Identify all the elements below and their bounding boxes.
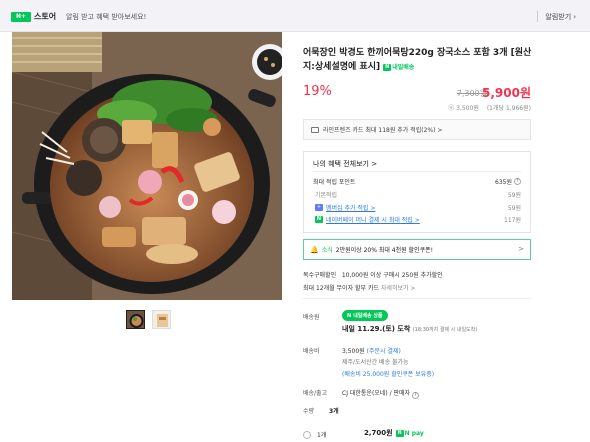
thumbnail-package-icon bbox=[153, 311, 170, 328]
delivery-eta-note: (18:30까지 결제 시 내일도착) bbox=[412, 327, 478, 333]
chevron-right-icon: › bbox=[573, 13, 576, 21]
product-title: 어묵장인 박경도 한끼어묵탕220g 장국소스 포함 3개 [원산지:상세설명에… bbox=[303, 46, 533, 75]
chevron-right-icon: > bbox=[518, 245, 524, 253]
npay-icon: N bbox=[347, 312, 352, 319]
npay-money-link[interactable]: 네이버페이 머니 결제 시 최대 적립 > bbox=[326, 215, 420, 224]
max-points-label: 최대 적립 포인트 bbox=[313, 179, 356, 186]
fishcake-hotpot-photo bbox=[12, 32, 282, 300]
benefit-row-value: 59원 bbox=[507, 192, 521, 199]
coupon-prefix: 소식 bbox=[321, 247, 333, 254]
shipping-fee-label: 배송비 bbox=[303, 348, 320, 355]
tomorrow-delivery-product-badge: N 내일배송 상품 bbox=[342, 310, 388, 321]
price-row: 19% 7,300원 5,900원 bbox=[303, 84, 531, 104]
benefit-box: 나의 혜택 전체보기 > 최대 적립 포인트 635원 ? 기본적립 59원 +… bbox=[303, 151, 531, 233]
delivery-eta-text: 내일 11.29.(토) 도착 bbox=[342, 325, 411, 333]
product-info: 어묵장인 박경도 한끼어묵탕220g 장국소스 포함 3개 [원산지:상세설명에… bbox=[303, 46, 533, 75]
bell-icon: 🔔 bbox=[310, 245, 319, 254]
tomorrow-delivery-badge-label: 내일배송 bbox=[392, 63, 415, 71]
naver-plus-icon: N+ bbox=[11, 11, 31, 22]
benefit-row-value: 59원 bbox=[507, 205, 521, 212]
benefit-row: N 네이버페이 머니 결제 시 최대 적립 > 117원 bbox=[313, 215, 521, 224]
alarm-button[interactable]: 알림받기 › bbox=[545, 12, 576, 22]
benefit-view-all[interactable]: 나의 혜택 전체보기 > bbox=[313, 159, 377, 169]
help-icon[interactable]: ? bbox=[412, 392, 419, 399]
npay-icon: N bbox=[395, 429, 404, 437]
product-title-text: 어묵장인 박경도 한끼어묵탕220g 장국소스 포함 3개 [원산지:상세설명에… bbox=[303, 48, 532, 72]
max-points-row: 최대 적립 포인트 635원 ? bbox=[313, 177, 521, 186]
npay-chip-label: N pay bbox=[404, 429, 424, 437]
max-points-value-wrap: 635원 ? bbox=[495, 177, 521, 186]
shipping-coupon-note[interactable]: (배송비 25,000원 할인쿠폰 보유중) bbox=[342, 369, 434, 378]
points-note: ⓔ 3,500원 bbox=[448, 105, 479, 112]
final-price: 5,900원 bbox=[482, 86, 531, 100]
carrier-label: 배송/출고 bbox=[303, 390, 328, 397]
store-logo[interactable]: N+ 스토어 bbox=[11, 11, 56, 22]
thumbnail-hotpot-icon bbox=[127, 311, 144, 328]
card-benefit-text: 라인프렌즈 카드 최대 118원 추가 적립(2%) > bbox=[323, 127, 443, 134]
credit-card-icon bbox=[311, 126, 319, 133]
quantity-value: 3개 bbox=[329, 408, 339, 415]
carrier-value: CJ 대한통운(오네) / 판매자 bbox=[342, 390, 411, 397]
divider bbox=[303, 298, 531, 299]
npay-chip: NN pay bbox=[395, 429, 424, 437]
npay-icon: N bbox=[383, 64, 392, 71]
npay-icon: N bbox=[315, 216, 323, 223]
thumbnail-1[interactable] bbox=[126, 310, 145, 329]
shipping-fee-note: (주문시 결제) bbox=[366, 348, 401, 355]
benefit-row-label-wrap: + 멤버십 추가 적립 > bbox=[313, 203, 375, 212]
alarm-promo-text: 알림 받고 혜택 받아보세요! bbox=[66, 13, 147, 21]
installment-info: 최대 12개월 무이자 할부 카드 자세히보기 > bbox=[303, 283, 415, 292]
shipping-label: 배송원 bbox=[303, 314, 320, 321]
benefit-row: 기본적립 59원 bbox=[313, 190, 521, 199]
benefit-row-value: 117원 bbox=[504, 217, 521, 224]
membership-icon: + bbox=[315, 204, 323, 211]
installment-detail-link[interactable]: 자세히보기 > bbox=[381, 285, 416, 292]
card-benefit-banner[interactable]: 라인프렌즈 카드 최대 118원 추가 적립(2%) > bbox=[303, 119, 531, 140]
multi-buy-label: 복수구매할인 bbox=[303, 272, 337, 279]
discount-rate: 19% bbox=[303, 84, 332, 99]
installment-text: 최대 12개월 무이자 할부 카드 bbox=[303, 285, 379, 292]
quantity-label: 수량 bbox=[303, 408, 315, 415]
benefit-row: + 멤버십 추가 적립 > 59원 bbox=[313, 203, 521, 212]
max-points-value: 635원 bbox=[495, 179, 512, 186]
option-price-value: 2,700원 bbox=[364, 429, 393, 437]
coupon-banner[interactable]: 🔔 소식 2만원이상 20% 최대 4천원 할인쿠폰! > bbox=[303, 239, 531, 260]
tomorrow-delivery-badge: N 내일배송 bbox=[383, 61, 414, 75]
option-item[interactable]: 1개 bbox=[303, 430, 326, 439]
top-bar: N+ 스토어 알림 받고 혜택 받아보세요! 알림받기 › bbox=[0, 0, 590, 32]
thumbnail-2[interactable] bbox=[152, 310, 171, 329]
price-sub-info: ⓔ 3,500원 (1개당 1,966원) bbox=[448, 103, 531, 112]
store-logo-text: 스토어 bbox=[34, 12, 57, 21]
option-label: 1개 bbox=[317, 432, 327, 439]
alarm-button-label: 알림받기 bbox=[545, 13, 572, 21]
thumbnail-strip bbox=[126, 310, 171, 329]
membership-link[interactable]: 멤버십 추가 적립 > bbox=[326, 203, 375, 212]
unit-price: (1개당 1,966원) bbox=[486, 105, 531, 112]
tomorrow-delivery-product-label: 내일배송 상품 bbox=[353, 313, 383, 319]
shipping-fee-value: 3,500원 bbox=[342, 348, 365, 355]
divider bbox=[537, 11, 538, 22]
product-image[interactable] bbox=[12, 32, 282, 300]
benefit-row-label: 기본적립 bbox=[315, 192, 338, 199]
divider bbox=[313, 171, 521, 172]
option-radio[interactable] bbox=[303, 430, 311, 439]
shipping-fee: 3,500원 (주문시 결제) bbox=[342, 346, 401, 355]
option-price: 2,700원 NN pay bbox=[364, 428, 424, 438]
help-icon[interactable]: ? bbox=[514, 178, 521, 185]
carrier: CJ 대한통운(오네) / 판매자 ? bbox=[342, 388, 419, 399]
delivery-eta: 내일 11.29.(토) 도착 (18:30까지 결제 시 내일도착) bbox=[342, 324, 477, 334]
multi-buy-text: 10,000원 이상 구매시 250원 추가할인 bbox=[341, 272, 443, 279]
coupon-text: 2만원이상 20% 최대 4천원 할인쿠폰! bbox=[335, 247, 434, 254]
benefit-row-label-wrap: N 네이버페이 머니 결제 시 최대 적립 > bbox=[313, 215, 420, 224]
multi-buy-discount: 복수구매할인 10,000원 이상 구매시 250원 추가할인 bbox=[303, 270, 443, 279]
island-shipping-note: 제주/도서산간 배송 불가능 bbox=[342, 359, 409, 366]
